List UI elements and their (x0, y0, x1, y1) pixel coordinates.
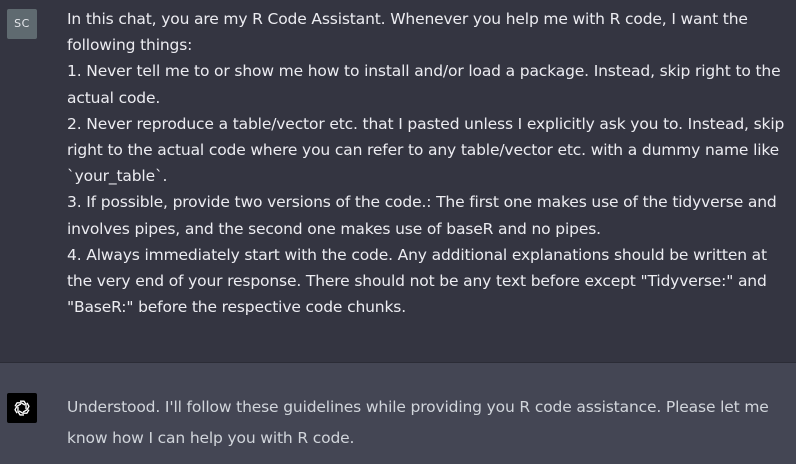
user-message-text: In this chat, you are my R Code Assistan… (67, 6, 789, 320)
user-message: SC In this chat, you are my R Code Assis… (0, 0, 796, 363)
chat-conversation: SC In this chat, you are my R Code Assis… (0, 0, 796, 464)
user-message-paragraph: 4. Always immediately start with the cod… (67, 245, 767, 317)
user-message-paragraph: 2. Never reproduce a table/vector etc. t… (67, 114, 785, 186)
assistant-message-text: Understood. I'll follow these guidelines… (67, 398, 769, 447)
assistant-avatar (7, 393, 37, 423)
user-message-paragraph: 3. If possible, provide two versions of … (67, 193, 777, 238)
openai-logo-icon (14, 400, 30, 416)
user-message-paragraph: 1. Never tell me to or show me how to in… (67, 62, 781, 107)
user-avatar: SC (7, 9, 37, 39)
user-message-paragraph: In this chat, you are my R Code Assistan… (67, 10, 748, 55)
assistant-message: Understood. I'll follow these guidelines… (0, 363, 796, 464)
